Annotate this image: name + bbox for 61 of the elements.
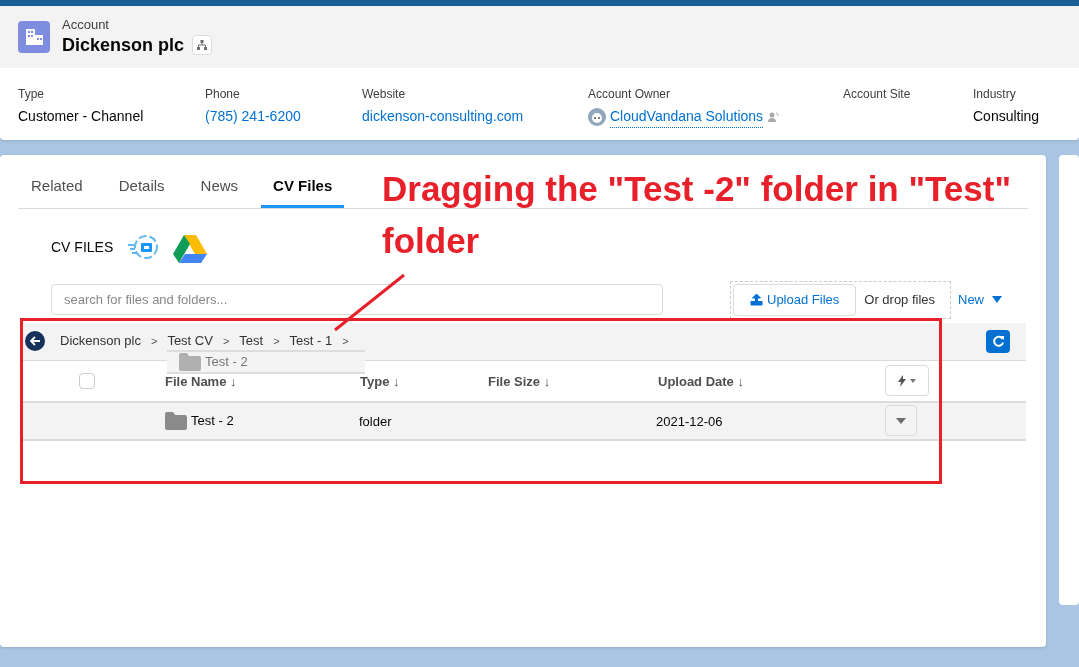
- breadcrumb-link[interactable]: Test CV: [167, 331, 213, 351]
- field-value: Consulting: [973, 107, 1041, 126]
- caret-icon: [910, 378, 916, 383]
- tab[interactable]: CV Files: [261, 175, 345, 208]
- hierarchy-button[interactable]: [192, 35, 213, 55]
- change-owner-icon[interactable]: [767, 111, 780, 123]
- breadcrumb-separator: >: [150, 333, 158, 349]
- field-value: Customer - Channel: [18, 107, 145, 126]
- column-header[interactable]: Type ↓: [360, 373, 400, 389]
- field-label: Account Site: [843, 86, 912, 103]
- breadcrumb-separator: >: [273, 333, 280, 349]
- arrow-left-icon: [29, 335, 41, 347]
- drag-label: Test - 2: [205, 353, 248, 372]
- actions-button[interactable]: [885, 365, 929, 396]
- field-label: Website: [362, 86, 407, 103]
- table-cell: 2021-12-06: [656, 413, 723, 429]
- folder-icon: [165, 411, 187, 430]
- lightning-icon: [898, 374, 906, 387]
- hierarchy-icon: [197, 40, 208, 50]
- owner-link[interactable]: CloudVandana Solutions: [610, 106, 764, 128]
- refresh-button[interactable]: [986, 329, 1011, 353]
- drop-hint: Or drop files: [864, 290, 936, 309]
- column-header[interactable]: File Name ↓: [165, 373, 237, 389]
- back-button[interactable]: [25, 331, 45, 351]
- search-field[interactable]: search for files and folders...: [51, 284, 663, 315]
- table-cell: folder: [359, 413, 392, 429]
- section-title: CV FILES: [51, 238, 114, 257]
- field-label: Account Owner: [588, 86, 672, 103]
- folder-icon: [179, 353, 201, 371]
- breadcrumb-link[interactable]: Test - 1: [289, 331, 333, 351]
- avatar-icon: [588, 108, 606, 126]
- row-menu-button[interactable]: [885, 405, 917, 436]
- field-label: Industry: [973, 86, 1017, 103]
- breadcrumb-link[interactable]: Dickenson plc: [60, 331, 141, 351]
- table-row[interactable]: Test - 2 folder 2021-12-06: [20, 402, 1027, 441]
- column-header[interactable]: Upload Date ↓: [658, 373, 744, 389]
- annotation-text: Dragging the "Test -2" folder in "Test" folder: [382, 168, 1012, 262]
- tab[interactable]: News: [187, 175, 252, 208]
- upload-button[interactable]: Upload Files: [733, 283, 857, 316]
- caret-icon: [992, 296, 1002, 303]
- upload-icon: [750, 293, 763, 306]
- tab[interactable]: Details: [105, 175, 178, 208]
- breadcrumb-separator: >: [222, 333, 230, 349]
- caret-icon: [896, 417, 906, 424]
- field-label: Type: [18, 86, 45, 103]
- field-link[interactable]: (785) 241-6200: [205, 106, 301, 127]
- file-name[interactable]: Test - 2: [191, 410, 234, 431]
- tab[interactable]: Related: [18, 175, 96, 208]
- select-all-checkbox[interactable]: [79, 372, 95, 389]
- new-button[interactable]: New: [958, 289, 1002, 310]
- breadcrumb-link[interactable]: Test: [239, 331, 264, 351]
- drop-zone[interactable]: Upload Files Or drop files: [730, 280, 951, 319]
- breadcrumb-separator: >: [342, 333, 349, 349]
- column-header[interactable]: File Size ↓: [488, 373, 551, 389]
- field-label: Phone: [205, 86, 241, 103]
- record-title: Dickenson plc: [62, 34, 185, 57]
- refresh-icon: [991, 334, 1005, 348]
- building-icon: [18, 21, 50, 53]
- object-label: Account: [62, 17, 110, 33]
- drive-logo-icon: [173, 232, 208, 263]
- field-link[interactable]: dickenson-consulting.com: [362, 106, 524, 127]
